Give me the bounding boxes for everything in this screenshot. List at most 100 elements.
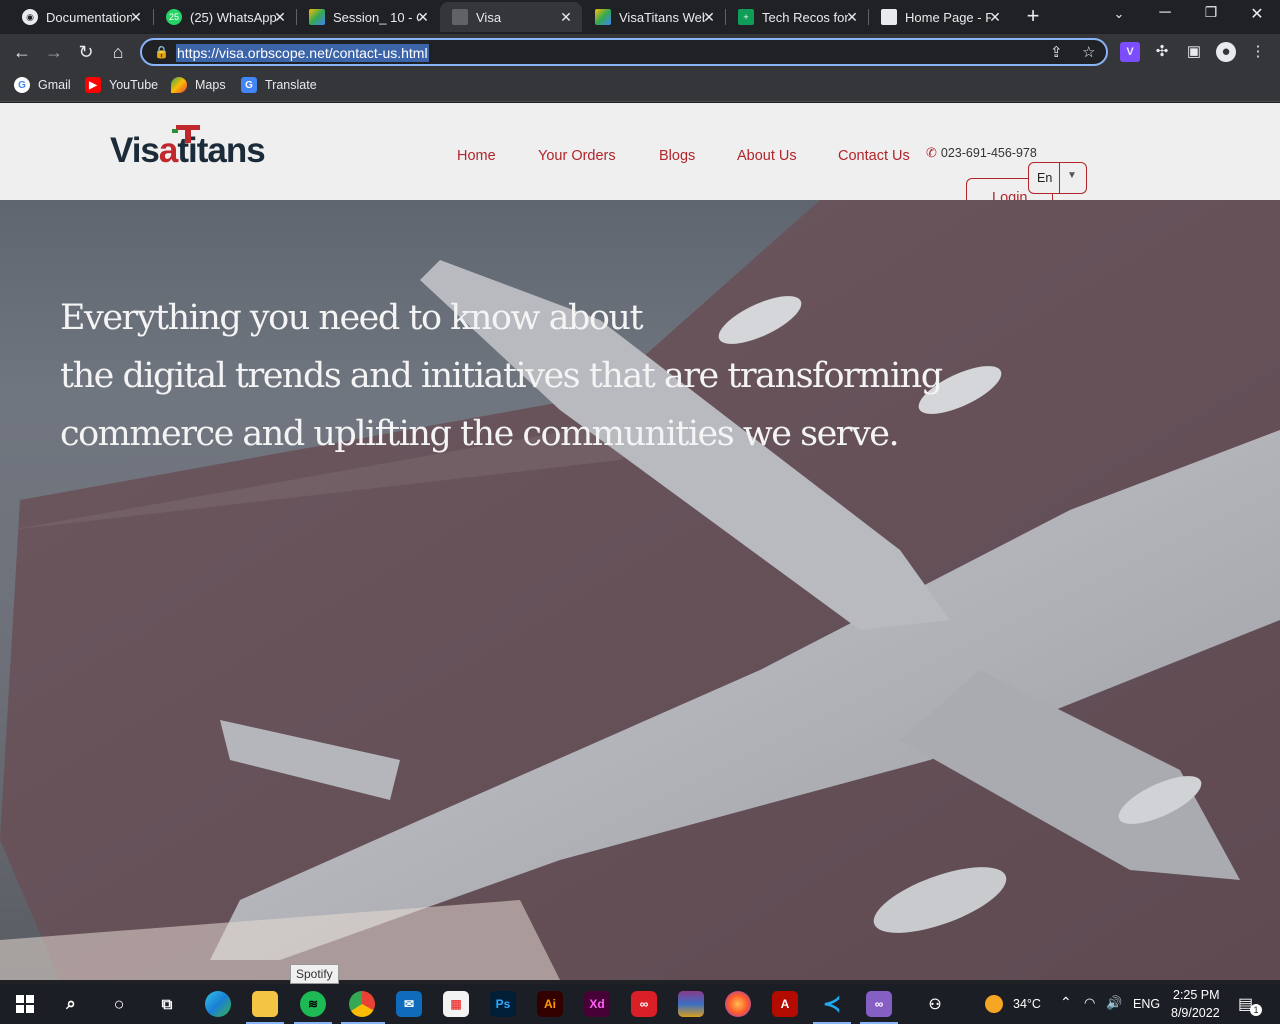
close-tab-icon[interactable]: ✕ — [272, 9, 288, 26]
visual-studio-icon[interactable]: ∞ — [866, 991, 892, 1017]
close-tab-icon[interactable]: ✕ — [844, 9, 860, 26]
people-icon[interactable]: ⚇ — [922, 991, 948, 1017]
nav-home[interactable]: Home — [457, 148, 496, 164]
windows-taskbar: ⌕ ○ ⧉ ≋ ✉ ▦ Ps Ai Xd ∞ A ≺ ∞ ⚇ 34°C ⌃ ◠ … — [0, 984, 1280, 1024]
close-tab-icon[interactable]: ✕ — [987, 9, 1003, 26]
google-drive-icon — [595, 9, 611, 25]
windows-start-icon[interactable] — [12, 991, 38, 1017]
google-icon: G — [14, 77, 30, 93]
photoshop-icon[interactable]: Ps — [490, 991, 516, 1017]
tab-search-icon[interactable]: ⌄ — [1104, 6, 1134, 22]
vscode-icon[interactable]: ≺ — [819, 991, 845, 1017]
tab-title: VisaTitans Web — [619, 9, 705, 25]
home-button[interactable]: ⌂ — [106, 40, 130, 64]
chrome-icon[interactable] — [349, 991, 375, 1017]
spotify-tooltip: Spotify — [290, 964, 339, 984]
winrar-icon[interactable] — [678, 991, 704, 1017]
bookmark-translate[interactable]: G Translate — [241, 77, 317, 93]
logo-accent-icon — [172, 125, 200, 143]
lock-icon[interactable]: 🔒 — [154, 45, 169, 59]
logo-text: Vis — [110, 131, 160, 170]
tab-session[interactable]: Session_ 10 - G ✕ — [297, 2, 439, 32]
address-bar[interactable]: 🔒 https://visa.orbscope.net/contact-us.h… — [140, 38, 1108, 66]
side-panel-icon[interactable]: ▣ — [1184, 42, 1204, 62]
hero-heading-line-2: the digital trends and initiatives that … — [60, 356, 943, 396]
restore-button[interactable]: ❐ — [1196, 4, 1226, 21]
temperature[interactable]: 34°C — [1013, 997, 1041, 1011]
chevron-up-icon[interactable]: ⌃ — [1060, 994, 1072, 1011]
input-language[interactable]: ENG — [1133, 997, 1160, 1011]
volume-icon[interactable]: 🔊 — [1106, 995, 1122, 1011]
translate-icon: G — [241, 77, 257, 93]
bookmarks-bar: G Gmail ▶ YouTube Maps G Translate — [0, 70, 1280, 102]
notification-count: 1 — [1250, 1004, 1262, 1016]
nav-your-orders[interactable]: Your Orders — [538, 148, 616, 164]
close-tab-icon[interactable]: ✕ — [128, 9, 144, 26]
illustrator-icon[interactable]: Ai — [537, 991, 563, 1017]
tab-tech-recos[interactable]: + Tech Recos for ✕ — [726, 2, 868, 32]
tab-title: Home Page - F — [905, 9, 991, 25]
language-value: En — [1037, 171, 1053, 185]
youtube-icon: ▶ — [85, 77, 101, 93]
nav-about-us[interactable]: About Us — [737, 148, 797, 164]
back-button[interactable]: ← — [10, 40, 34, 64]
forward-button[interactable]: → — [42, 40, 66, 64]
creative-cloud-icon[interactable]: ∞ — [631, 991, 657, 1017]
tab-title: Visa — [476, 9, 502, 25]
phone-icon: ✆ — [926, 145, 937, 160]
divider — [1059, 163, 1060, 193]
minimize-button[interactable]: ─ — [1150, 4, 1180, 22]
clock-date[interactable]: 8/9/2022 — [1171, 1006, 1220, 1020]
task-view-icon[interactable]: ⧉ — [154, 991, 180, 1017]
bookmark-gmail[interactable]: G Gmail — [14, 77, 71, 93]
tab-visatitans-web[interactable]: VisaTitans Web ✕ — [583, 2, 725, 32]
google-drive-icon — [309, 9, 325, 25]
wifi-icon[interactable]: ◠ — [1084, 995, 1095, 1011]
language-select[interactable]: En ▼ — [1028, 162, 1087, 194]
search-icon[interactable]: ⌕ — [58, 991, 84, 1017]
bookmark-maps[interactable]: Maps — [171, 77, 226, 93]
share-icon[interactable]: ⇪ — [1050, 43, 1063, 61]
close-tab-icon[interactable]: ✕ — [558, 9, 574, 26]
weather-sun-icon[interactable] — [985, 995, 1003, 1013]
bookmark-youtube[interactable]: ▶ YouTube — [85, 77, 158, 93]
mail-icon[interactable]: ✉ — [396, 991, 422, 1017]
site-header: Visatitans Home Your Orders Blogs About … — [0, 103, 1280, 224]
cortana-icon[interactable]: ○ — [106, 991, 132, 1017]
tab-visa[interactable]: Visa ✕ — [440, 2, 582, 32]
firefox-icon[interactable] — [725, 991, 751, 1017]
tab-title: Tech Recos for — [762, 9, 848, 25]
spotify-icon[interactable]: ≋ — [300, 991, 326, 1017]
extensions-puzzle-icon[interactable]: ✣ — [1152, 42, 1172, 62]
bookmark-label: Translate — [265, 78, 317, 92]
close-tab-icon[interactable]: ✕ — [701, 9, 717, 26]
clock-time[interactable]: 2:25 PM — [1173, 988, 1220, 1002]
tab-home-page[interactable]: Home Page - F ✕ — [869, 2, 1011, 32]
tab-whatsapp[interactable]: 25 (25) WhatsApp ✕ — [154, 2, 296, 32]
globe-icon: ◉ — [22, 9, 38, 25]
tab-documentation[interactable]: ◉ Documentation ✕ — [10, 2, 152, 32]
extension-v-icon[interactable]: V — [1120, 42, 1140, 62]
menu-kebab-icon[interactable]: ⋮ — [1248, 42, 1268, 62]
close-tab-icon[interactable]: ✕ — [415, 9, 431, 26]
nav-blogs[interactable]: Blogs — [659, 148, 695, 164]
url-text[interactable]: https://visa.orbscope.net/contact-us.htm… — [176, 44, 429, 62]
tab-title: Documentation — [46, 9, 132, 25]
tab-title: Session_ 10 - G — [333, 9, 419, 25]
caret-down-icon: ▼ — [1067, 170, 1077, 181]
new-tab-button[interactable]: + — [1018, 3, 1048, 29]
close-window-button[interactable]: ✕ — [1242, 4, 1272, 24]
reload-button[interactable]: ↻ — [74, 40, 98, 64]
edge-icon[interactable] — [205, 991, 231, 1017]
file-explorer-icon[interactable] — [252, 991, 278, 1017]
maps-icon — [171, 77, 187, 93]
bookmark-star-icon[interactable]: ☆ — [1082, 43, 1095, 61]
nav-contact-us[interactable]: Contact Us — [838, 148, 910, 164]
browser-toolbar: ← → ↻ ⌂ 🔒 https://visa.orbscope.net/cont… — [0, 34, 1280, 70]
adobe-xd-icon[interactable]: Xd — [584, 991, 610, 1017]
sheets-icon: + — [738, 9, 754, 25]
acrobat-icon[interactable]: A — [772, 991, 798, 1017]
store-icon[interactable]: ▦ — [443, 991, 469, 1017]
phone-contact[interactable]: ✆ 023-691-456-978 — [926, 145, 1037, 161]
profile-avatar-icon[interactable]: ● — [1216, 42, 1236, 62]
